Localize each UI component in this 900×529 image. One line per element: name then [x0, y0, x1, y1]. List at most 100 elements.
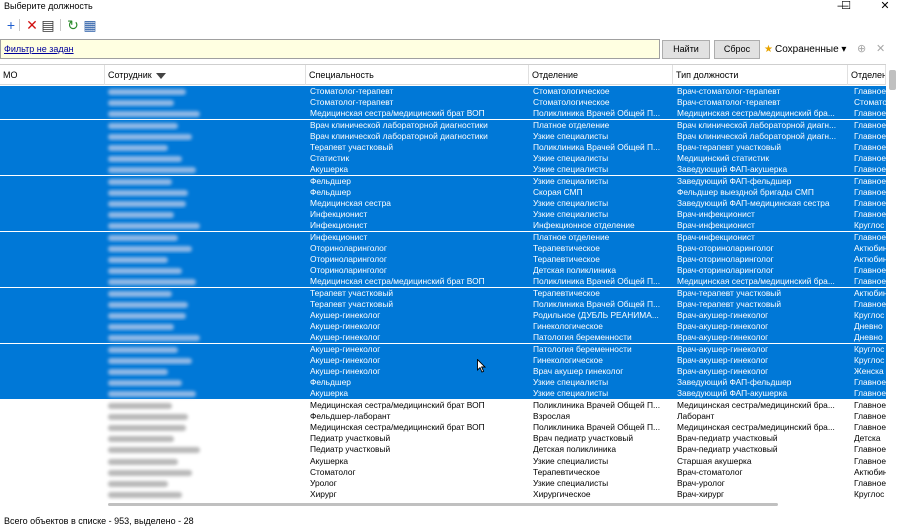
column-header-specialty[interactable]: Специальность — [306, 65, 529, 85]
cell-specialty: Статистик — [310, 153, 350, 164]
cell-dept2: Главное — [854, 377, 886, 388]
maximize-button[interactable]: ☐ — [836, 0, 856, 14]
table-row[interactable]: Инфекционист Узкие специалисты Врач-инфекц… — [0, 209, 900, 221]
cell-position: Врач-инфекционист — [677, 220, 755, 231]
close-button[interactable]: ✕ — [870, 0, 900, 14]
refresh-icon[interactable]: ↻ — [65, 17, 81, 33]
table-row[interactable]: Терапевт участковый Терапевтическое Врач-т… — [0, 287, 900, 299]
cell-specialty: Терапевт участковый — [310, 287, 394, 298]
redacted-employee-name — [108, 324, 174, 331]
table-row[interactable]: Стоматолог Терапевтическое Врач-стоматолог… — [0, 467, 900, 478]
filter-bar[interactable]: Фильтр не задан — [0, 39, 660, 59]
column-header-position[interactable]: Тип должности — [673, 65, 848, 85]
cell-position: Медицинская сестра/медицинский бра... — [677, 399, 835, 410]
table-row[interactable]: Медицинская сестра Узкие специалисты Завед… — [0, 198, 900, 209]
redacted-employee-name — [108, 257, 168, 263]
cell-specialty: Акушер-гинеколог — [310, 366, 381, 376]
table-row[interactable]: Хирург Хирургическое Врач-хирург Круглос — [0, 489, 900, 500]
table-row[interactable]: Медицинская сестра/медицинский брат ВОП П… — [0, 400, 900, 411]
save-filter-icon[interactable]: ⊕ — [857, 42, 866, 57]
table-row[interactable]: Акушер-гинеколог Врач акушер гинеколог Вра… — [0, 366, 900, 377]
table-row[interactable]: Стоматолог-терапевт Стоматологическое Врач… — [0, 97, 900, 109]
cell-position: Фельдшер выездной бригады СМП — [677, 186, 814, 197]
cell-specialty: Акушер-гинеколог — [310, 310, 381, 320]
edit-icon[interactable]: ▤ — [40, 17, 56, 33]
cell-position: Врач-акушер-гинеколог — [677, 321, 769, 332]
column-header-mo[interactable]: МО — [0, 65, 105, 85]
vertical-scroll-thumb[interactable] — [889, 70, 896, 90]
add-icon[interactable]: + — [3, 17, 19, 33]
table-row[interactable]: Терапевт участковый Поликлиника Врачей Об… — [0, 298, 900, 310]
cell-department: Поликлиника Врачей Общей П... — [533, 298, 661, 309]
table-row[interactable]: Фельдшер Узкие специалисты Заведующий ФАП-… — [0, 175, 900, 187]
cell-position: Заведующий ФАП-акушерка — [677, 388, 788, 399]
cell-department: Узкие специалисты — [533, 153, 609, 164]
table-row[interactable]: Медицинская сестра/медицинский брат ВОП П… — [0, 422, 900, 433]
table-row[interactable]: Акушер-гинеколог Гинекологическое Врач-аку… — [0, 321, 900, 333]
cell-dept2: Главное — [854, 298, 886, 309]
table-row[interactable]: Оториноларинголог Детская поликлиника Врач… — [0, 265, 900, 277]
table-row[interactable]: Медицинская сестра/медицинский брат ВОП П… — [0, 108, 900, 120]
find-button[interactable]: Найти — [662, 40, 710, 59]
column-header-department[interactable]: Отделение — [529, 65, 673, 85]
redacted-employee-name — [108, 223, 200, 230]
column-header-dept2[interactable]: Отделен — [848, 65, 886, 85]
cell-position: Врач-стоматолог — [677, 466, 743, 477]
table-row[interactable]: Акушер-гинеколог Родильное (ДУБЛЬ РЕАНИМА… — [0, 310, 900, 321]
clear-filter-icon[interactable]: ✕ — [876, 42, 885, 57]
table-row[interactable]: Акушер-гинеколог Гинекологическое Врач-аку… — [0, 354, 900, 366]
table-row[interactable]: Педиатр участковый Детская поликлиника Вра… — [0, 444, 900, 455]
table-row[interactable]: Стоматолог-терапевт Стоматологическое Врач… — [0, 86, 900, 97]
delete-icon[interactable]: ✕ — [24, 17, 40, 33]
table-row[interactable]: Акушер-гинеколог Патология беременности Вр… — [0, 343, 900, 355]
table-row[interactable]: Уролог Узкие специалисты Врач-уролог Главно… — [0, 478, 900, 489]
cell-position: Врач-акушер-гинеколог — [677, 343, 769, 354]
cell-specialty: Оториноларинголог — [310, 242, 387, 253]
cell-department: Поликлиника Врачей Общей П... — [533, 108, 661, 119]
table-row[interactable]: Врач клинической лабораторной диагностик… — [0, 130, 900, 142]
cell-dept2: Главное — [854, 186, 886, 197]
vertical-scrollbar[interactable] — [886, 64, 900, 510]
table-row[interactable]: Фельдшер Скорая СМП Фельдшер выездной бриг… — [0, 186, 900, 198]
table-row[interactable]: Врач клинической лабораторной диагностик… — [0, 119, 900, 131]
toolbar: + ✕ ▤ ↻ ▦ — [0, 15, 900, 35]
table-row[interactable]: Акушерка Узкие специалисты Заведующий ФАП-… — [0, 164, 900, 176]
filter-link[interactable]: Фильтр не задан — [4, 44, 74, 54]
table-row[interactable]: Акушерка Узкие специалисты Старшая акушерк… — [0, 456, 900, 467]
cell-specialty: Инфекционист — [310, 209, 368, 220]
table-row[interactable]: Оториноларинголог Терапевтическое Врач-ото… — [0, 242, 900, 254]
cell-dept2: Главное — [854, 108, 886, 119]
redacted-employee-name — [108, 436, 174, 443]
export-icon[interactable]: ▦ — [82, 17, 98, 33]
table-row[interactable]: Статистик Узкие специалисты Медицинский ст… — [0, 153, 900, 165]
positions-grid: МО Сотрудник Специальность Отделение Тип… — [0, 64, 900, 510]
reset-button[interactable]: Сброс — [714, 40, 760, 59]
cell-position: Старшая акушерка — [677, 455, 752, 466]
redacted-employee-name — [108, 234, 178, 241]
table-row[interactable]: Медицинская сестра/медицинский брат ВОП П… — [0, 276, 900, 288]
table-row[interactable]: Акушерка Узкие специалисты Заведующий ФАП-… — [0, 388, 900, 400]
table-row[interactable]: Инфекционист Платное отделение Врач-инфекц… — [0, 231, 900, 243]
table-row[interactable]: Терапевт участковый Поликлиника Врачей Об… — [0, 142, 900, 153]
horizontal-scrollbar[interactable] — [0, 500, 886, 510]
table-row[interactable]: Фельдшер-лаборант Взрослая Лаборант Главное — [0, 411, 900, 422]
horizontal-scroll-thumb[interactable] — [108, 503, 778, 506]
table-row[interactable]: Фельдшер Узкие специалисты Заведующий ФАП-… — [0, 377, 900, 389]
cell-dept2: Главное — [854, 119, 886, 130]
table-row[interactable]: Оториноларинголог Терапевтическое Врач-ото… — [0, 254, 900, 265]
cell-department: Терапевтическое — [533, 242, 600, 253]
cell-department: Врач акушер гинеколог — [533, 366, 624, 376]
cell-specialty: Врач клинической лабораторной диагностик… — [310, 130, 488, 141]
redacted-employee-name — [108, 133, 192, 140]
cell-department: Родильное (ДУБЛЬ РЕАНИМА... — [533, 310, 659, 320]
saved-filters-button[interactable]: ★ Сохраненные ▾ — [764, 42, 846, 57]
table-row[interactable]: Инфекционист Инфекционное отделение Врач-и… — [0, 220, 900, 232]
table-row[interactable]: Акушер-гинеколог Патология беременности Вр… — [0, 332, 900, 344]
cell-position: Врач-акушер-гинеколог — [677, 310, 769, 320]
cell-dept2: Главное — [854, 130, 886, 141]
cell-specialty: Инфекционист — [310, 220, 368, 231]
column-header-employee[interactable]: Сотрудник — [105, 65, 306, 85]
redacted-employee-name — [108, 346, 178, 353]
cell-department: Врач педиатр участковый — [533, 433, 634, 444]
table-row[interactable]: Педиатр участковый Врач педиатр участковы… — [0, 433, 900, 444]
